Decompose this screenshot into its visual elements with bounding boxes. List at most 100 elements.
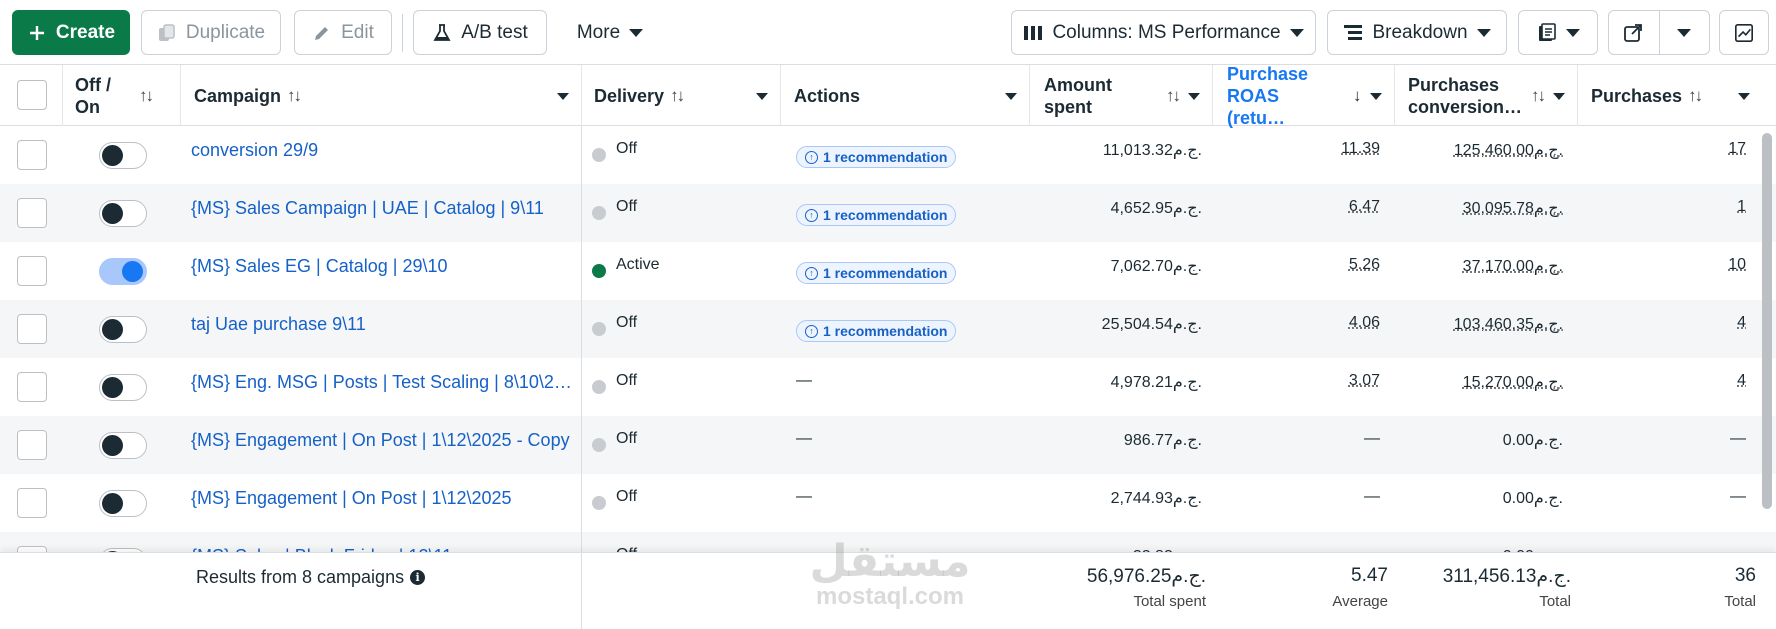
header-campaign[interactable]: Campaign ↑↓ bbox=[181, 65, 582, 126]
purchases-conversion-cell[interactable]: 125,460.00ج.م. bbox=[1454, 140, 1563, 160]
header-delivery[interactable]: Delivery ↑↓ bbox=[582, 65, 781, 126]
row-checkbox[interactable] bbox=[17, 430, 47, 460]
amount-spent-cell: 4,978.21ج.م. bbox=[1110, 374, 1202, 391]
purchase-roas-cell[interactable]: 5.26 bbox=[1349, 256, 1380, 274]
header-purchases[interactable]: Purchases ↑↓ bbox=[1578, 65, 1776, 126]
info-icon[interactable]: i bbox=[410, 570, 426, 585]
chevron-down-icon bbox=[1476, 28, 1491, 37]
campaign-toggle[interactable] bbox=[99, 432, 147, 459]
table-row[interactable]: {MS} Sales EG | Catalog | 29\10 Active ↑ 1 … bbox=[0, 242, 1776, 300]
vertical-scrollbar[interactable] bbox=[1762, 133, 1772, 509]
watermark-latin: mostaql.com bbox=[815, 583, 965, 610]
campaign-name-link[interactable]: {MS} Engagement | On Post | 1\12\2025 bbox=[191, 488, 512, 509]
sort-icon[interactable]: ↑↓ bbox=[287, 85, 302, 107]
purchase-roas-cell[interactable]: 6.47 bbox=[1349, 198, 1380, 216]
row-checkbox[interactable] bbox=[17, 140, 47, 170]
campaign-toggle[interactable] bbox=[99, 142, 147, 169]
header-off-on-label: Off / On bbox=[75, 74, 111, 117]
chevron-down-icon[interactable] bbox=[1677, 29, 1691, 37]
purchases-cell[interactable]: 4 bbox=[1737, 372, 1746, 390]
chevron-down-icon[interactable] bbox=[1188, 93, 1200, 100]
header-actions[interactable]: Actions bbox=[781, 65, 1030, 126]
row-checkbox[interactable] bbox=[17, 256, 47, 286]
row-checkbox[interactable] bbox=[17, 198, 47, 228]
campaign-name-link[interactable]: conversion 29/9 bbox=[191, 140, 318, 161]
header-off-on[interactable]: Off / On ↑↓ bbox=[63, 65, 181, 126]
recommendation-badge[interactable]: ↑ 1 recommendation bbox=[796, 146, 957, 168]
delivery-status: Off bbox=[616, 488, 638, 505]
roas-average-label: Average bbox=[1332, 593, 1388, 610]
select-all-checkbox[interactable] bbox=[17, 80, 47, 110]
recommendation-badge[interactable]: ↑ 1 recommendation bbox=[796, 262, 957, 284]
split-divider bbox=[1659, 11, 1660, 54]
sort-icon[interactable]: ↑↓ bbox=[1531, 85, 1546, 107]
purchases-conversion-cell[interactable]: 103,460.35ج.م. bbox=[1454, 314, 1563, 334]
purchases-cell[interactable]: 1 bbox=[1737, 198, 1746, 216]
campaign-name-link[interactable]: {MS} Sales EG | Catalog | 29\10 bbox=[191, 256, 448, 277]
purchase-roas-cell[interactable]: 11.39 bbox=[1341, 140, 1380, 158]
header-purchases-conversion[interactable]: Purchases conversion… ↑↓ bbox=[1395, 65, 1578, 126]
export-icon[interactable] bbox=[1623, 23, 1643, 43]
reports-dropdown[interactable] bbox=[1518, 10, 1598, 55]
chevron-down-icon[interactable] bbox=[756, 93, 768, 100]
results-summary: Results from 8 campaigns i bbox=[196, 567, 426, 588]
purchases-cell[interactable]: 17 bbox=[1728, 140, 1746, 158]
campaign-name-link[interactable]: taj Uae purchase 9\11 bbox=[191, 314, 366, 335]
purchase-roas-cell[interactable]: 3.07 bbox=[1349, 372, 1380, 390]
campaign-toggle[interactable] bbox=[99, 374, 147, 401]
breakdown-dropdown[interactable]: Breakdown bbox=[1327, 10, 1507, 55]
purchases-conversion-cell: 0.00ج.م. bbox=[1502, 432, 1563, 449]
edit-button[interactable]: Edit bbox=[294, 10, 392, 55]
sort-icon[interactable]: ↑↓ bbox=[670, 85, 685, 107]
header-purchase-roas[interactable]: Purchase ROAS (retu… ↓ bbox=[1213, 64, 1395, 128]
table-row[interactable]: {MS} Engagement | On Post | 1\12\2025 Off… bbox=[0, 474, 1776, 532]
row-checkbox[interactable] bbox=[17, 372, 47, 402]
recommendation-badge[interactable]: ↑ 1 recommendation bbox=[796, 320, 957, 342]
sort-icon[interactable]: ↑↓ bbox=[139, 85, 154, 107]
more-dropdown[interactable]: More bbox=[560, 10, 660, 55]
campaign-name-link[interactable]: {MS} Sales Campaign | UAE | Catalog | 9\… bbox=[191, 198, 544, 219]
purchases-conversion-cell[interactable]: 15,270.00ج.م. bbox=[1463, 372, 1563, 392]
delivery-status: Off bbox=[616, 372, 638, 389]
campaign-name-link[interactable]: {MS} Eng. MSG | Posts | Test Scaling | 8… bbox=[191, 372, 572, 393]
purchase-roas-cell[interactable]: 4.06 bbox=[1349, 314, 1380, 332]
columns-dropdown[interactable]: Columns: MS Performance bbox=[1011, 10, 1316, 55]
table-row[interactable]: {MS} Eng. MSG | Posts | Test Scaling | 8… bbox=[0, 358, 1776, 416]
purchases-cell[interactable]: 4 bbox=[1737, 314, 1746, 332]
table-row[interactable]: conversion 29/9 Off ↑ 1 recommendation 11,01… bbox=[0, 126, 1776, 184]
campaign-toggle[interactable] bbox=[99, 316, 147, 343]
row-checkbox[interactable] bbox=[17, 488, 47, 518]
purchases-conversion-cell[interactable]: 37,170.00ج.م. bbox=[1463, 256, 1563, 276]
export-button-group bbox=[1608, 10, 1710, 55]
chevron-down-icon[interactable] bbox=[1553, 93, 1565, 100]
columns-label: Columns: MS Performance bbox=[1052, 21, 1281, 43]
sort-icon[interactable]: ↑↓ bbox=[1688, 85, 1703, 107]
purchases-conversion-cell[interactable]: 30,095.78ج.م. bbox=[1463, 198, 1563, 218]
chart-toggle-button[interactable] bbox=[1719, 10, 1769, 55]
table-row[interactable]: {MS} Engagement | On Post | 1\12\2025 - … bbox=[0, 416, 1776, 474]
recommendation-badge[interactable]: ↑ 1 recommendation bbox=[796, 204, 957, 226]
chevron-down-icon[interactable] bbox=[557, 93, 569, 100]
duplicate-button[interactable]: Duplicate bbox=[141, 10, 281, 55]
ab-test-label: A/B test bbox=[461, 21, 528, 43]
toggle-knob bbox=[102, 145, 123, 166]
delivery-status-dot bbox=[592, 148, 606, 162]
create-button[interactable]: Create bbox=[12, 10, 130, 55]
actions-empty: — bbox=[796, 488, 812, 505]
row-checkbox[interactable] bbox=[17, 314, 47, 344]
ab-test-button[interactable]: A/B test bbox=[413, 10, 547, 55]
purchases-cell[interactable]: 10 bbox=[1728, 256, 1746, 274]
campaign-toggle[interactable] bbox=[99, 200, 147, 227]
header-amount-spent[interactable]: Amount spent ↑↓ bbox=[1030, 65, 1213, 126]
sort-desc-icon[interactable]: ↓ bbox=[1353, 85, 1361, 107]
table-row[interactable]: {MS} Sales Campaign | UAE | Catalog | 9\… bbox=[0, 184, 1776, 242]
table-row[interactable]: taj Uae purchase 9\11 Off ↑ 1 recommendatio… bbox=[0, 300, 1776, 358]
header-actions-label: Actions bbox=[794, 85, 861, 106]
chevron-down-icon[interactable] bbox=[1370, 93, 1382, 100]
sort-icon[interactable]: ↑↓ bbox=[1166, 85, 1181, 107]
campaign-toggle[interactable] bbox=[99, 258, 147, 285]
campaign-name-link[interactable]: {MS} Engagement | On Post | 1\12\2025 - … bbox=[191, 430, 570, 451]
chevron-down-icon[interactable] bbox=[1738, 93, 1750, 100]
campaign-toggle[interactable] bbox=[99, 490, 147, 517]
chevron-down-icon[interactable] bbox=[1005, 93, 1017, 100]
